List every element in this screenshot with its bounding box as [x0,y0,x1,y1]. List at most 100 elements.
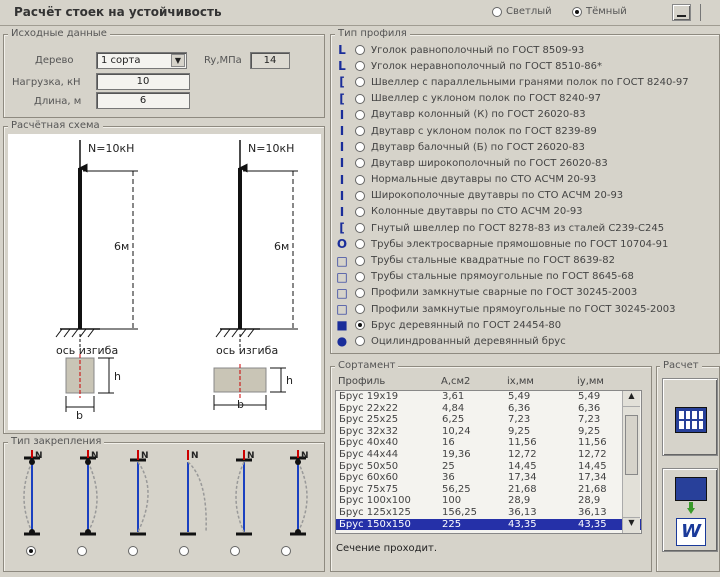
profile-item[interactable]: L Уголок неравнополочный по ГОСТ 8510-86* [335,58,720,74]
profile-radio[interactable] [355,223,365,234]
calculate-button[interactable] [662,378,718,456]
profile-radio[interactable] [355,109,365,120]
table-row[interactable]: Брус 32x32 10,24 9,25 9,25 [336,426,641,438]
profile-item[interactable]: I Нормальные двутавры по СТО АСЧМ 20-93 [335,172,720,188]
theme-dark-radio[interactable] [572,6,582,17]
table-cell: 25 [442,460,455,472]
profile-radio[interactable] [355,93,365,104]
scroll-down-icon[interactable]: ▼ [623,517,640,533]
theme-dark-option[interactable]: Тёмный [572,6,627,17]
profile-radio[interactable] [355,304,365,315]
table-row[interactable]: Брус 60x60 36 17,34 17,34 [336,472,641,484]
fixing-n-label: N [35,451,43,461]
profile-radio[interactable] [355,126,365,137]
profile-radio[interactable] [355,239,365,250]
profile-item[interactable]: □ Профили замкнутые сварные по ГОСТ 30245… [335,285,720,301]
fixing-radio[interactable] [26,546,36,556]
profile-item[interactable]: I Двутавр широкополочный по ГОСТ 26020-83 [335,155,720,171]
profile-item[interactable]: O Трубы электросварные прямошовные по ГОС… [335,236,720,252]
fixing-radio[interactable] [179,546,189,556]
assortment-table[interactable]: Брус 19x19 3,61 5,49 5,49 Брус 22x22 4,84 6,36… [335,390,642,534]
fixing-radio[interactable] [77,546,87,556]
profile-item[interactable]: I Двутавр колонный (К) по ГОСТ 26020-83 [335,107,720,123]
profile-radio[interactable] [355,77,365,88]
b-label-right: b [237,398,244,411]
profile-label: Колонные двутавры по СТО АСЧМ 20-93 [371,206,583,218]
table-row[interactable]: Брус 40x40 16 11,56 11,56 [336,437,641,449]
table-cell: 16 [442,437,455,449]
table-row[interactable]: Брус 150x150 225 43,35 43,35 [336,518,641,531]
assortment-legend: Сортамент [335,360,399,371]
minimize-button[interactable] [672,4,691,21]
source-data-legend: Исходные данные [8,28,110,39]
table-cell: 36 [442,472,455,484]
table-cell: 7,23 [508,414,531,426]
theme-light-radio[interactable] [492,6,502,17]
profile-radio[interactable] [355,61,365,72]
fixing-drawing [23,450,308,536]
table-cell: 100 [442,495,462,507]
profile-item[interactable]: ● Оцилиндрованный деревянный брус [335,333,720,349]
table-row[interactable]: Брус 22x22 4,84 6,36 6,36 [336,403,641,415]
fixing-radio[interactable] [230,546,240,556]
scroll-thumb[interactable] [625,415,638,475]
profile-radio[interactable] [355,158,365,169]
table-row[interactable]: Брус 25x25 6,25 7,23 7,23 [336,414,641,426]
profile-radio[interactable] [355,45,365,56]
profile-item[interactable]: [Швеллер с параллельными гранями полок п… [335,74,720,90]
profile-list: L Уголок равнополочный по ГОСТ 8509-93 L Уг… [335,42,720,350]
profile-label: Двутавр балочный (Б) по ГОСТ 26020-83 [371,141,585,153]
fixing-radio[interactable] [281,546,291,556]
profile-item[interactable]: [Швеллер с уклоном полок по ГОСТ 8240-97 [335,91,720,107]
assortment-rows: Брус 19x19 3,61 5,49 5,49 Брус 22x22 4,84 6,36… [336,391,641,531]
table-cell: 43,35 [508,518,537,530]
wood-select[interactable]: 1 сорта ▼ [96,52,187,69]
profile-item[interactable]: I Колонные двутавры по СТО АСЧМ 20-93 [335,204,720,220]
profile-radio[interactable] [355,174,365,185]
table-cell: Брус 60x60 [339,472,399,484]
profile-radio[interactable] [355,336,365,347]
table-cell: 5,49 [508,391,531,402]
table-row[interactable]: Брус 125x125 156,25 36,13 36,13 [336,507,641,519]
profile-radio[interactable] [355,206,365,217]
fixing-radio[interactable] [128,546,138,556]
table-cell: 12,72 [508,448,537,460]
table-row[interactable]: Брус 44x44 19,36 12,72 12,72 [336,449,641,461]
profile-item[interactable]: I Двутавр балочный (Б) по ГОСТ 26020-83 [335,139,720,155]
profile-item[interactable]: [Гнутый швеллер по ГОСТ 8278-83 из стале… [335,220,720,236]
profile-item[interactable]: L Уголок равнополочный по ГОСТ 8509-93 [335,42,720,58]
length-label-right: 6м [274,240,290,253]
profile-radio[interactable] [355,271,365,282]
profile-item[interactable]: □ Трубы стальные прямоугольные по ГОСТ 86… [335,269,720,285]
profile-shape-icon: L [338,43,346,58]
table-cell: Брус 100x100 [339,495,411,507]
profile-item[interactable]: □ Трубы стальные квадратные по ГОСТ 8639-… [335,252,720,268]
profile-item[interactable]: □ Профили замкнутые прямоугольные по ГОСТ… [335,301,720,317]
scroll-up-icon[interactable]: ▲ [623,391,640,407]
profile-label: Уголок неравнополочный по ГОСТ 8510-86* [371,60,602,72]
profile-radio[interactable] [355,142,365,153]
length-input[interactable]: 6 [96,92,190,109]
scheme-canvas: N=10кН N=10кН 6м 6м ось изгиба ось изгиб… [8,134,321,430]
table-row[interactable]: Брус 100x100 100 28,9 28,9 [336,495,641,507]
profile-radio[interactable] [355,255,365,266]
assortment-scrollbar[interactable]: ▲ ▼ [622,391,640,533]
table-row[interactable]: Брус 50x50 25 14,45 14,45 [336,461,641,473]
profile-radio[interactable] [355,287,365,298]
table-row[interactable]: Брус 75x75 56,25 21,68 21,68 [336,484,641,496]
profile-shape-icon: ■ [336,318,348,333]
chevron-down-icon[interactable]: ▼ [171,54,185,67]
profile-radio[interactable] [355,320,365,331]
export-word-button[interactable]: W [662,468,718,552]
table-cell: Брус 19x19 [339,391,399,402]
profile-item[interactable]: I Широкополочные двутавры по СТО АСЧМ 20-… [335,188,720,204]
table-row[interactable]: Брус 19x19 3,61 5,49 5,49 [336,391,641,403]
profile-radio[interactable] [355,190,365,201]
profile-shape-icon: I [339,204,345,219]
profile-label: Трубы электросварные прямошовные по ГОСТ… [371,238,669,250]
fixing-radios [26,546,291,556]
load-input[interactable]: 10 [96,73,190,90]
profile-item[interactable]: ■ Брус деревянный по ГОСТ 24454-80 [335,317,720,333]
theme-light-option[interactable]: Светлый [492,6,552,17]
profile-item[interactable]: I Двутавр с уклоном полок по ГОСТ 8239-89 [335,123,720,139]
